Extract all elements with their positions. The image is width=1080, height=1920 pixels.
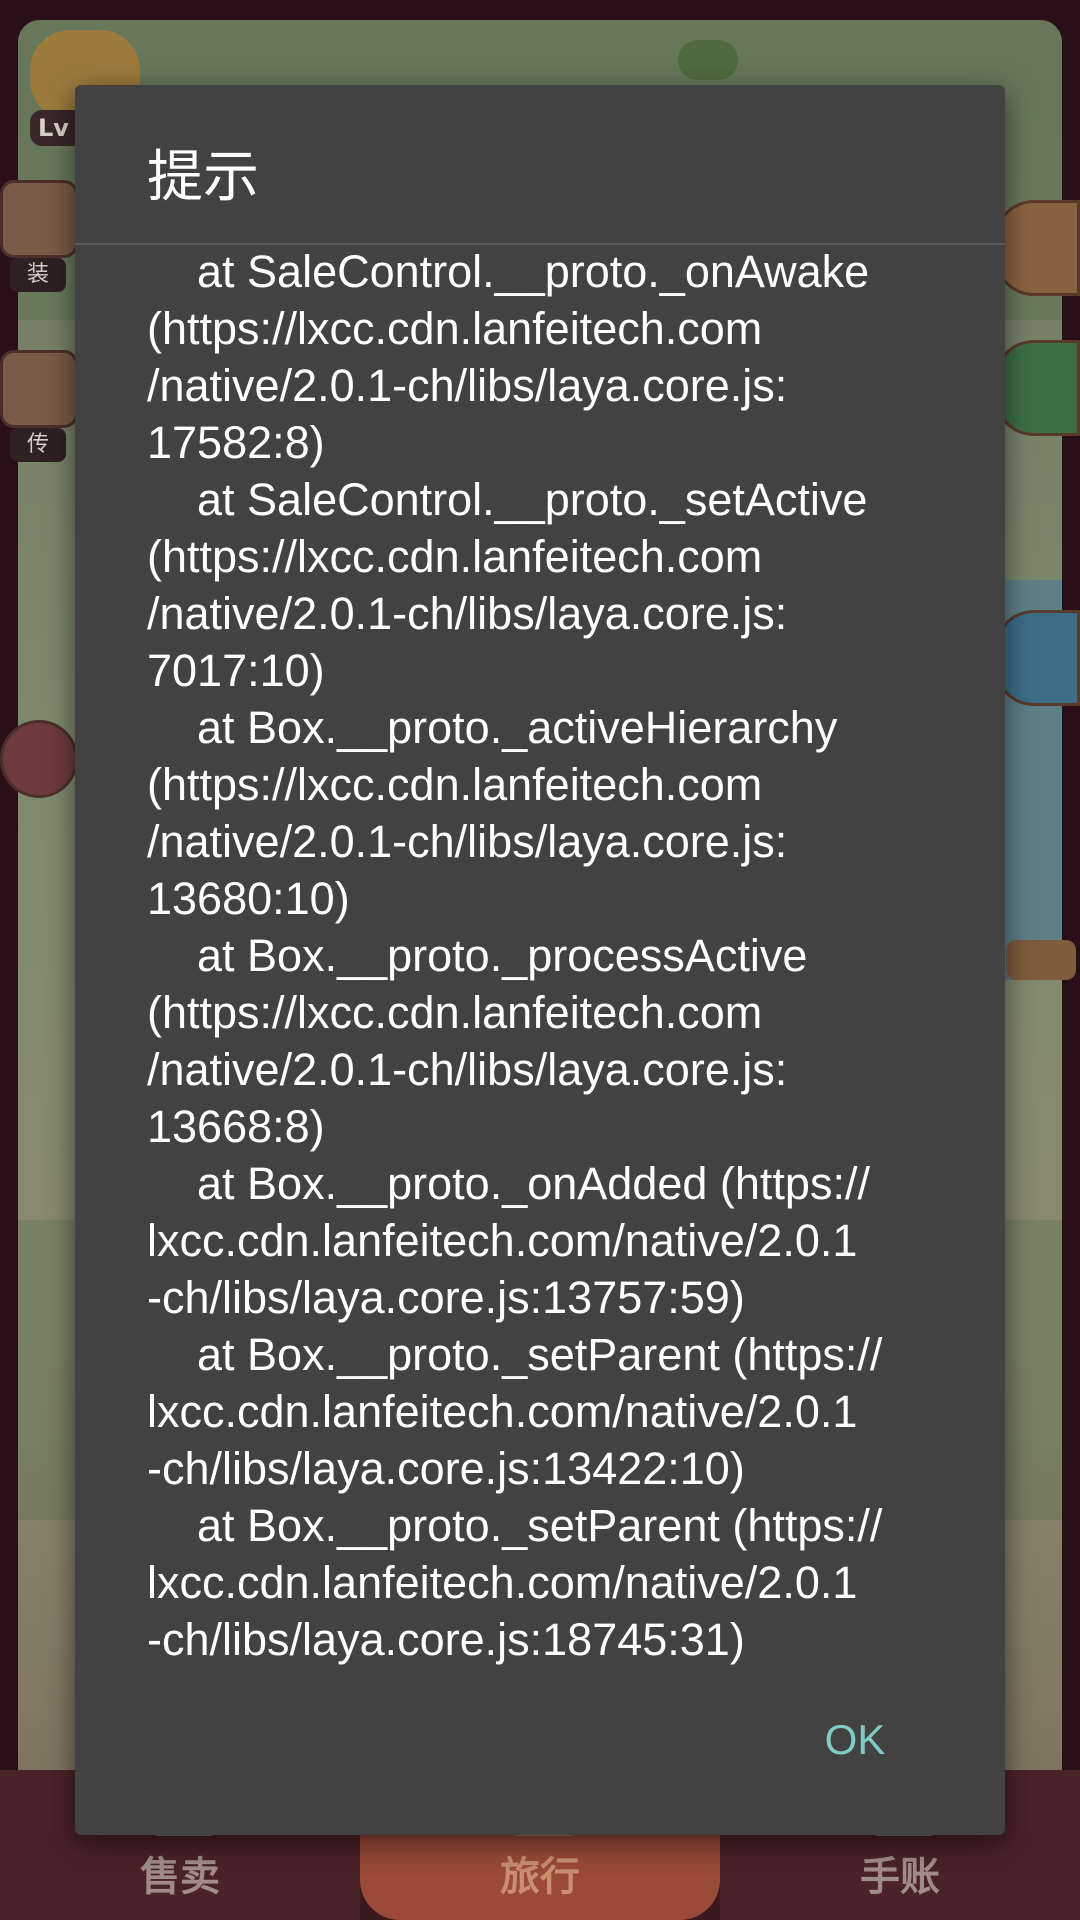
- stack-trace-line: (https://lxcc.cdn.lanfeitech.com: [147, 531, 763, 582]
- ok-button[interactable]: OK: [795, 1700, 915, 1780]
- stack-trace-line: 7017:10): [147, 645, 325, 696]
- stack-trace-line: /native/2.0.1-ch/libs/laya.core.js:: [147, 816, 788, 867]
- stack-trace-line: at Box.__proto._setParent (https://: [147, 1329, 883, 1380]
- stack-trace-line: lxcc.cdn.lanfeitech.com/native/2.0.1: [147, 1557, 858, 1608]
- stack-trace-line: -ch/libs/laya.core.js:18745:31): [147, 1614, 745, 1665]
- stack-trace-line: /native/2.0.1-ch/libs/laya.core.js:: [147, 360, 788, 411]
- stack-trace-line: /native/2.0.1-ch/libs/laya.core.js:: [147, 588, 788, 639]
- stack-trace-line: at Box.__proto._onAdded (https://: [147, 1158, 870, 1209]
- stack-trace-line: at Box.__proto._activeHierarchy: [147, 702, 838, 753]
- stack-trace-line: lxcc.cdn.lanfeitech.com/native/2.0.1: [147, 1215, 858, 1266]
- stack-trace-line: 13680:10): [147, 873, 350, 924]
- stack-trace-line: at Box.__proto._processActive: [147, 930, 808, 981]
- stack-trace-line: 17582:8): [147, 417, 325, 468]
- stack-trace-line: lxcc.cdn.lanfeitech.com/native/2.0.1: [147, 1386, 858, 1437]
- stack-trace-line: (https://lxcc.cdn.lanfeitech.com: [147, 987, 763, 1038]
- dialog-message: at SaleControl.__proto._onAwake (https://…: [147, 243, 937, 1743]
- stack-trace-line: 13668:8): [147, 1101, 325, 1152]
- stack-trace-line: /native/2.0.1-ch/libs/laya.core.js:: [147, 1044, 788, 1095]
- stack-trace-line: (https://lxcc.cdn.lanfeitech.com: [147, 303, 763, 354]
- stack-trace-line: (https://lxcc.cdn.lanfeitech.com: [147, 759, 763, 810]
- stack-trace-line: -ch/libs/laya.core.js:13422:10): [147, 1443, 745, 1494]
- dialog-title: 提示: [147, 145, 259, 210]
- alert-dialog: 提示 at SaleControl.__proto._onAwake (https…: [75, 85, 1005, 1835]
- stack-trace-line: at SaleControl.__proto._setActive: [147, 474, 868, 525]
- stack-trace-line: at Box.__proto._setParent (https://: [147, 1500, 883, 1551]
- stack-trace-line: at SaleControl.__proto._onAwake: [147, 246, 870, 297]
- stack-trace-line: -ch/libs/laya.core.js:13757:59): [147, 1272, 745, 1323]
